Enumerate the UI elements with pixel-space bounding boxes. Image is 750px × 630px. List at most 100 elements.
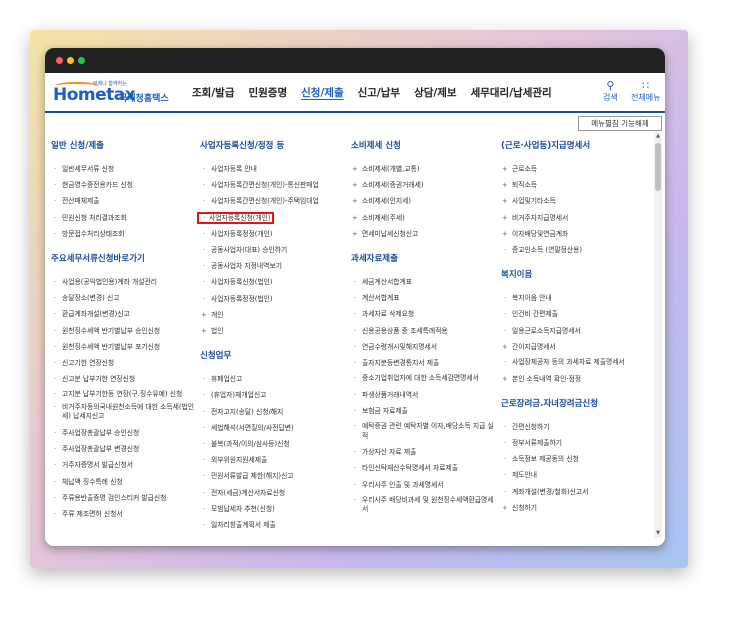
business-registration-individual-link[interactable]: 사업자등록신청(개인) bbox=[197, 211, 274, 224]
menu-item[interactable]: 외부위원지원세제출 bbox=[200, 452, 345, 468]
menu-item-expandable[interactable]: 소비제세(개별,교통) bbox=[351, 161, 496, 177]
menu-item-expandable[interactable]: 신청하기 bbox=[501, 500, 649, 516]
menu-item[interactable]: 주류 제조면허 신청서 bbox=[51, 506, 196, 522]
menu-item[interactable]: 일자리창출계획서 제출 bbox=[200, 517, 345, 533]
menu-item[interactable]: 제도안내 bbox=[501, 467, 649, 483]
menu-item[interactable]: 중소기업취업자에 대한 소득세감면명세서 bbox=[351, 374, 496, 384]
menu-item[interactable]: 현금영수증전용카드 신청 bbox=[51, 177, 196, 193]
section-title[interactable]: 신청업무 bbox=[200, 349, 345, 361]
menu-item-expandable[interactable]: 소비제세(인지세) bbox=[351, 193, 496, 209]
menu-item[interactable]: 공동사업자(대표) 승인하기 bbox=[200, 242, 345, 258]
section-title[interactable]: 복지이음 bbox=[501, 268, 649, 280]
menu-item[interactable]: 인건비 간편제출 bbox=[501, 306, 649, 322]
section-title[interactable]: 과세자료제출 bbox=[351, 252, 496, 264]
menu-item[interactable]: 사업자등록정정(법인) bbox=[200, 291, 345, 307]
section-title[interactable]: (근로·사업등)지급명세서 bbox=[501, 139, 649, 151]
menu-item[interactable]: 과세자료 삭제요청 bbox=[351, 306, 496, 322]
menu-item[interactable]: 사업자등록간편신청(개인)-통신판매업 bbox=[200, 177, 345, 193]
menu-item-expandable[interactable]: 면세미납세신청신고 bbox=[351, 226, 496, 242]
menu-scrollbar[interactable]: ▲ ▼ bbox=[654, 133, 662, 538]
menu-item[interactable]: 모범납세자 추천(신청) bbox=[200, 501, 345, 517]
section-title[interactable]: 근로장려금.자녀장려금신청 bbox=[501, 397, 649, 409]
menu-item[interactable]: 사업용(공익법인용)계좌 개설관리 bbox=[51, 274, 196, 290]
menu-item-expandable[interactable]: 본인 소득내역 확인·정정 bbox=[501, 371, 649, 387]
menu-item[interactable]: 세금계산서합계표 bbox=[351, 274, 496, 290]
menu-item[interactable]: 세법해석(서면질의/사전답변) bbox=[200, 420, 345, 436]
menu-item[interactable]: 우리사주 인출 및 과세명세서 bbox=[351, 477, 496, 493]
menu-item-expandable[interactable]: 소비제세(주세) bbox=[351, 210, 496, 226]
menu-item[interactable]: 우리사주 배당비과세 및 원천징수세액환급명세서 bbox=[351, 496, 496, 515]
menu-item-expandable[interactable]: 간이지급명세서 bbox=[501, 339, 649, 355]
menu-item[interactable]: 원천징수세액 반기별납부 포기신청 bbox=[51, 339, 196, 355]
menu-item[interactable]: 사업장제공자 등의 과세자료 제출명세서 bbox=[501, 358, 649, 368]
menu-item[interactable]: 전자(세금)계산서자료신청 bbox=[200, 485, 345, 501]
nav-item-application[interactable]: 신청/제출 bbox=[294, 73, 350, 113]
menu-item-expandable[interactable]: 근로소득 bbox=[501, 161, 649, 177]
search-button[interactable]: ⚲ 검색 bbox=[603, 80, 618, 103]
menu-item[interactable]: 일용근로소득지급명세서 bbox=[501, 323, 649, 339]
menu-item-expandable[interactable]: 법인 bbox=[200, 323, 345, 339]
menu-item[interactable]: 사업자등록 안내 bbox=[200, 161, 345, 177]
menu-item[interactable]: 휴폐업신고 bbox=[200, 371, 345, 387]
menu-item[interactable]: 비거주자등의국내원천소득에 대한 소득세(법인세) 납세지신고 bbox=[51, 403, 196, 422]
menu-item[interactable]: 신고분 납부기한 연장신청 bbox=[51, 371, 196, 387]
menu-item[interactable]: 불복(과적/이의/심사등)신청 bbox=[200, 436, 345, 452]
menu-item[interactable]: 거주자증명서 발급신청서 bbox=[51, 457, 196, 473]
menu-item[interactable]: 출자지분등변경통지서 제출 bbox=[351, 355, 496, 371]
menu-item[interactable]: 방문접수처리상태조회 bbox=[51, 226, 196, 242]
scroll-down-arrow-icon[interactable]: ▼ bbox=[654, 530, 662, 538]
maximize-window-button[interactable] bbox=[78, 57, 85, 64]
menu-item-expandable[interactable]: 퇴직소득 bbox=[501, 177, 649, 193]
close-window-button[interactable] bbox=[56, 57, 63, 64]
nav-item-inquiry[interactable]: 조회/발급 bbox=[185, 73, 241, 113]
nav-item-filing[interactable]: 신고/납부 bbox=[351, 73, 407, 113]
scroll-thumb[interactable] bbox=[655, 143, 661, 191]
nav-item-certificate[interactable]: 민원증명 bbox=[241, 73, 294, 113]
nav-item-consult[interactable]: 상담/제보 bbox=[407, 73, 463, 113]
menu-item[interactable]: 송달장소(변경) 신고 bbox=[51, 290, 196, 306]
menu-item[interactable]: 가상자산 자료 제출 bbox=[351, 444, 496, 460]
menu-item[interactable]: 사업자등록정정(개인) bbox=[200, 226, 345, 242]
menu-expand-toggle-button[interactable]: 메뉴펼침 기능해제 bbox=[578, 116, 662, 131]
menu-item[interactable]: 소득정보 제공동의 신청 bbox=[501, 451, 649, 467]
menu-item[interactable]: (휴업자)재개업신고 bbox=[200, 387, 345, 403]
menu-item[interactable]: 예탁증권 관련 예탁자별 이자,배당소득 지급 실적 bbox=[351, 422, 496, 441]
menu-item[interactable]: 민원서류발급 제한(해지)신고 bbox=[200, 468, 345, 484]
menu-item[interactable]: 연금수령개시및해지명세서 bbox=[351, 339, 496, 355]
menu-item[interactable]: 신용공용상품 중 조세특례적용 bbox=[351, 323, 496, 339]
menu-item[interactable]: 전산매체제출 bbox=[51, 193, 196, 209]
nav-item-agent[interactable]: 세무대리/납세관리 bbox=[464, 73, 559, 113]
menu-item[interactable]: 파생상품거래내역서 bbox=[351, 387, 496, 403]
menu-item[interactable]: 신고기한 연장신청 bbox=[51, 355, 196, 371]
menu-item[interactable]: 일반세무서류 신청 bbox=[51, 161, 196, 177]
menu-item[interactable]: 민원신청 처리결과조회 bbox=[51, 210, 196, 226]
menu-item[interactable]: 종교인소득 (연말정산용) bbox=[501, 242, 649, 258]
menu-item[interactable]: 체납액 징수특례 신청 bbox=[51, 474, 196, 490]
menu-item[interactable]: 고지분 납부기한등 연장(구.징수유예) 신청 bbox=[51, 390, 196, 400]
menu-item[interactable]: 간편신청하기 bbox=[501, 419, 649, 435]
menu-item[interactable]: 주사업장총괄납부 승인신청 bbox=[51, 425, 196, 441]
menu-item[interactable]: 주류용반출증명 검인스티커 발급신청 bbox=[51, 490, 196, 506]
menu-item-expandable[interactable]: 개인 bbox=[200, 307, 345, 323]
menu-item[interactable]: 계좌개설(변경/철회)신고서 bbox=[501, 484, 649, 500]
menu-item[interactable]: 환급계좌개설(변경)신고 bbox=[51, 306, 196, 322]
menu-item-expandable[interactable]: 소비제세(증권거래세) bbox=[351, 177, 496, 193]
menu-item[interactable]: 정부서류제출하기 bbox=[501, 435, 649, 451]
menu-item-expandable[interactable]: 비거주자지급명세서 bbox=[501, 210, 649, 226]
scroll-up-arrow-icon[interactable]: ▲ bbox=[654, 133, 662, 141]
menu-item[interactable]: 주사업장총괄납부 변경신청 bbox=[51, 441, 196, 457]
section-title[interactable]: 사업자등록신청/정정 등 bbox=[200, 139, 345, 151]
section-title[interactable]: 소비제세 신청 bbox=[351, 139, 496, 151]
menu-item[interactable]: 사업자등록간편신청(개인)-주택임대업 bbox=[200, 193, 345, 209]
menu-item[interactable]: 보험금 자료제출 bbox=[351, 403, 496, 419]
menu-item-expandable[interactable]: 이자배당및연금계좌 bbox=[501, 226, 649, 242]
menu-item[interactable]: 계산서합계표 bbox=[351, 290, 496, 306]
menu-item[interactable]: 원천징수세액 반기별납부 승인신청 bbox=[51, 323, 196, 339]
minimize-window-button[interactable] bbox=[67, 57, 74, 64]
menu-item[interactable]: 전자고지(송달) 신청/해지 bbox=[200, 404, 345, 420]
menu-item[interactable]: 공동사업자 지정내역보기 bbox=[200, 258, 345, 274]
menu-item[interactable]: 사업자등록신청(법인) bbox=[200, 274, 345, 290]
hometax-logo[interactable]: 언제나 함께하는 Hometax 국세청홈택스 bbox=[53, 79, 183, 109]
full-menu-button[interactable]: ∷ 전체메뉴 bbox=[631, 80, 660, 103]
section-title[interactable]: 일반 신청/제출 bbox=[51, 139, 196, 151]
